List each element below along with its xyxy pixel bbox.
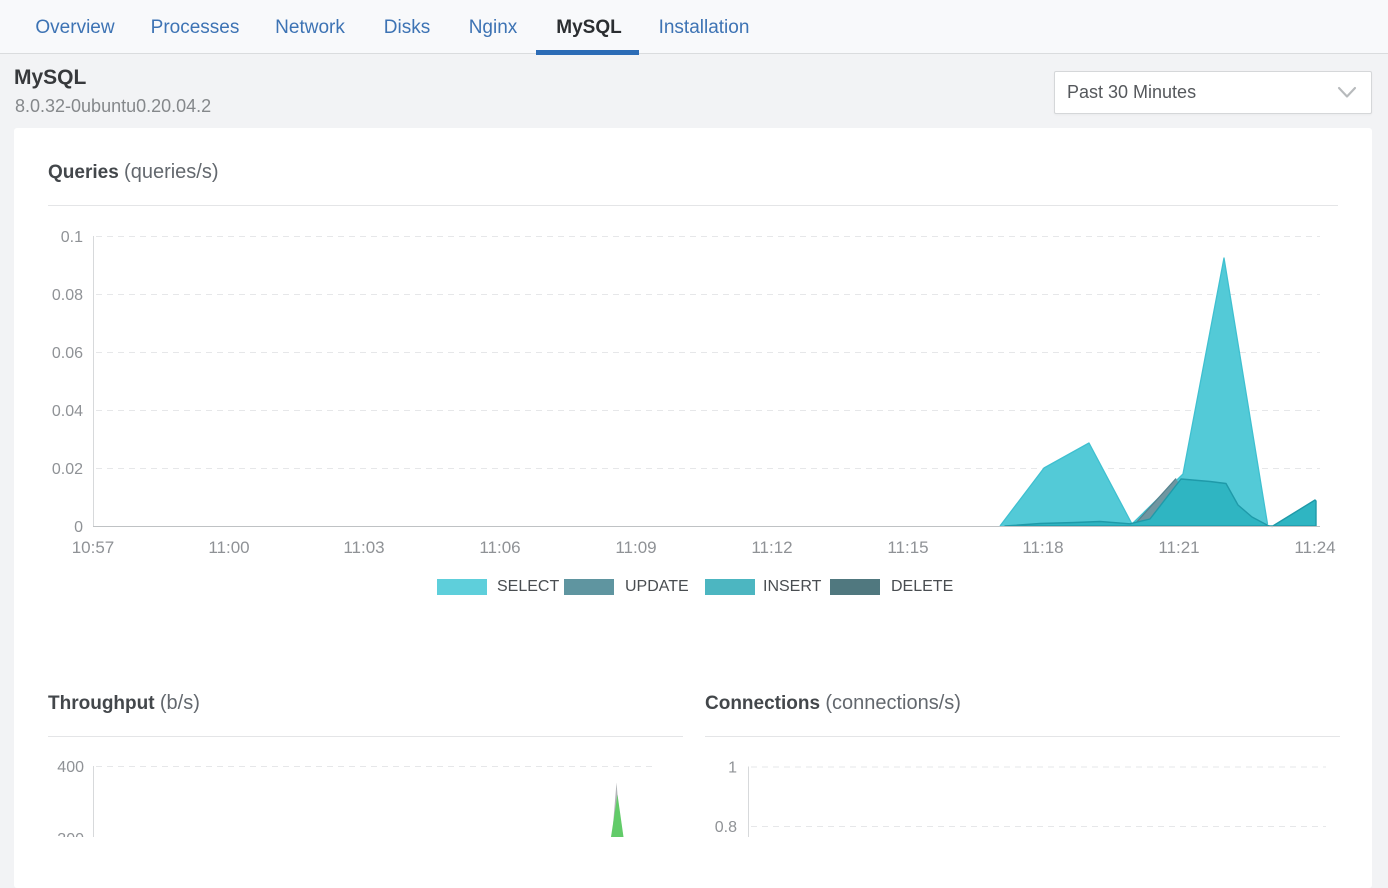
svg-text:11:18: 11:18 — [1022, 538, 1063, 557]
svg-text:0.02: 0.02 — [52, 461, 83, 478]
svg-text:300: 300 — [57, 831, 84, 837]
svg-text:11:12: 11:12 — [751, 538, 792, 557]
svg-text:400: 400 — [57, 759, 84, 776]
svg-text:0.1: 0.1 — [61, 229, 83, 246]
svg-text:11:06: 11:06 — [479, 538, 520, 557]
svg-text:0.8: 0.8 — [715, 819, 737, 836]
svg-text:11:21: 11:21 — [1158, 538, 1199, 557]
svg-text:11:00: 11:00 — [208, 538, 249, 557]
svg-text:11:15: 11:15 — [887, 538, 928, 557]
svg-text:0: 0 — [74, 519, 83, 536]
svg-text:0.08: 0.08 — [52, 287, 83, 304]
svg-text:0.04: 0.04 — [52, 403, 83, 420]
svg-text:11:24: 11:24 — [1294, 538, 1335, 557]
svg-text:11:03: 11:03 — [343, 538, 384, 557]
svg-text:1: 1 — [728, 760, 737, 777]
svg-text:10:57: 10:57 — [72, 538, 115, 557]
svg-text:0.06: 0.06 — [52, 345, 83, 362]
svg-text:11:09: 11:09 — [615, 538, 656, 557]
